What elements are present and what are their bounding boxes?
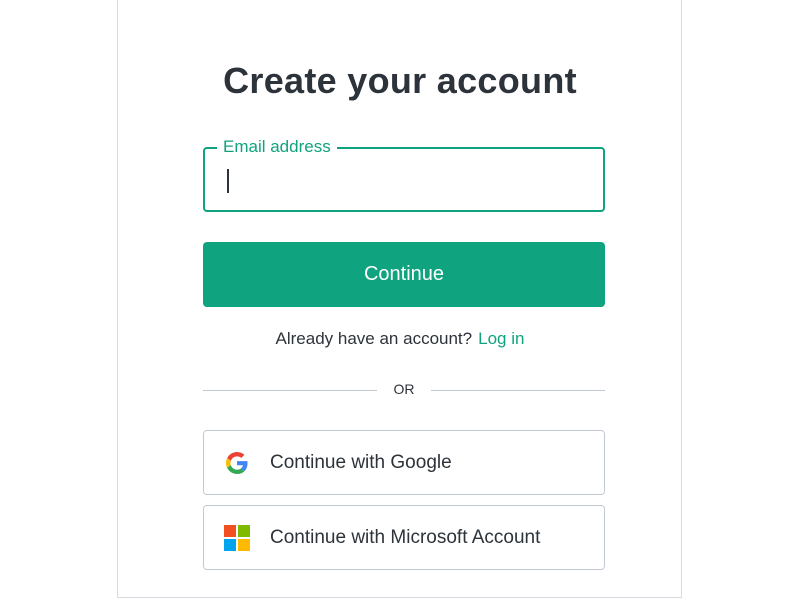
email-input[interactable] [223,163,587,199]
or-divider: OR [203,380,605,400]
microsoft-icon [224,524,250,551]
google-icon [225,451,249,475]
ms-square-yellow [238,538,250,551]
login-prompt: Already have an account? Log in [0,329,800,349]
email-field-label: Email address [217,137,337,157]
divider-line-right [431,390,605,391]
page-title: Create your account [223,60,577,101]
ms-square-green [238,524,250,537]
continue-with-microsoft-button[interactable]: Continue with Microsoft Account [203,505,605,570]
divider-text: OR [393,381,415,397]
continue-with-google-button[interactable]: Continue with Google [203,430,605,495]
continue-button[interactable]: Continue [203,242,605,307]
google-button-label: Continue with Google [270,451,452,473]
ms-square-blue [224,538,236,551]
microsoft-button-label: Continue with Microsoft Account [270,526,541,548]
login-link[interactable]: Log in [478,329,524,348]
ms-square-red [224,524,236,537]
email-field[interactable]: Email address [203,137,605,212]
login-prompt-text: Already have an account? [275,329,473,348]
